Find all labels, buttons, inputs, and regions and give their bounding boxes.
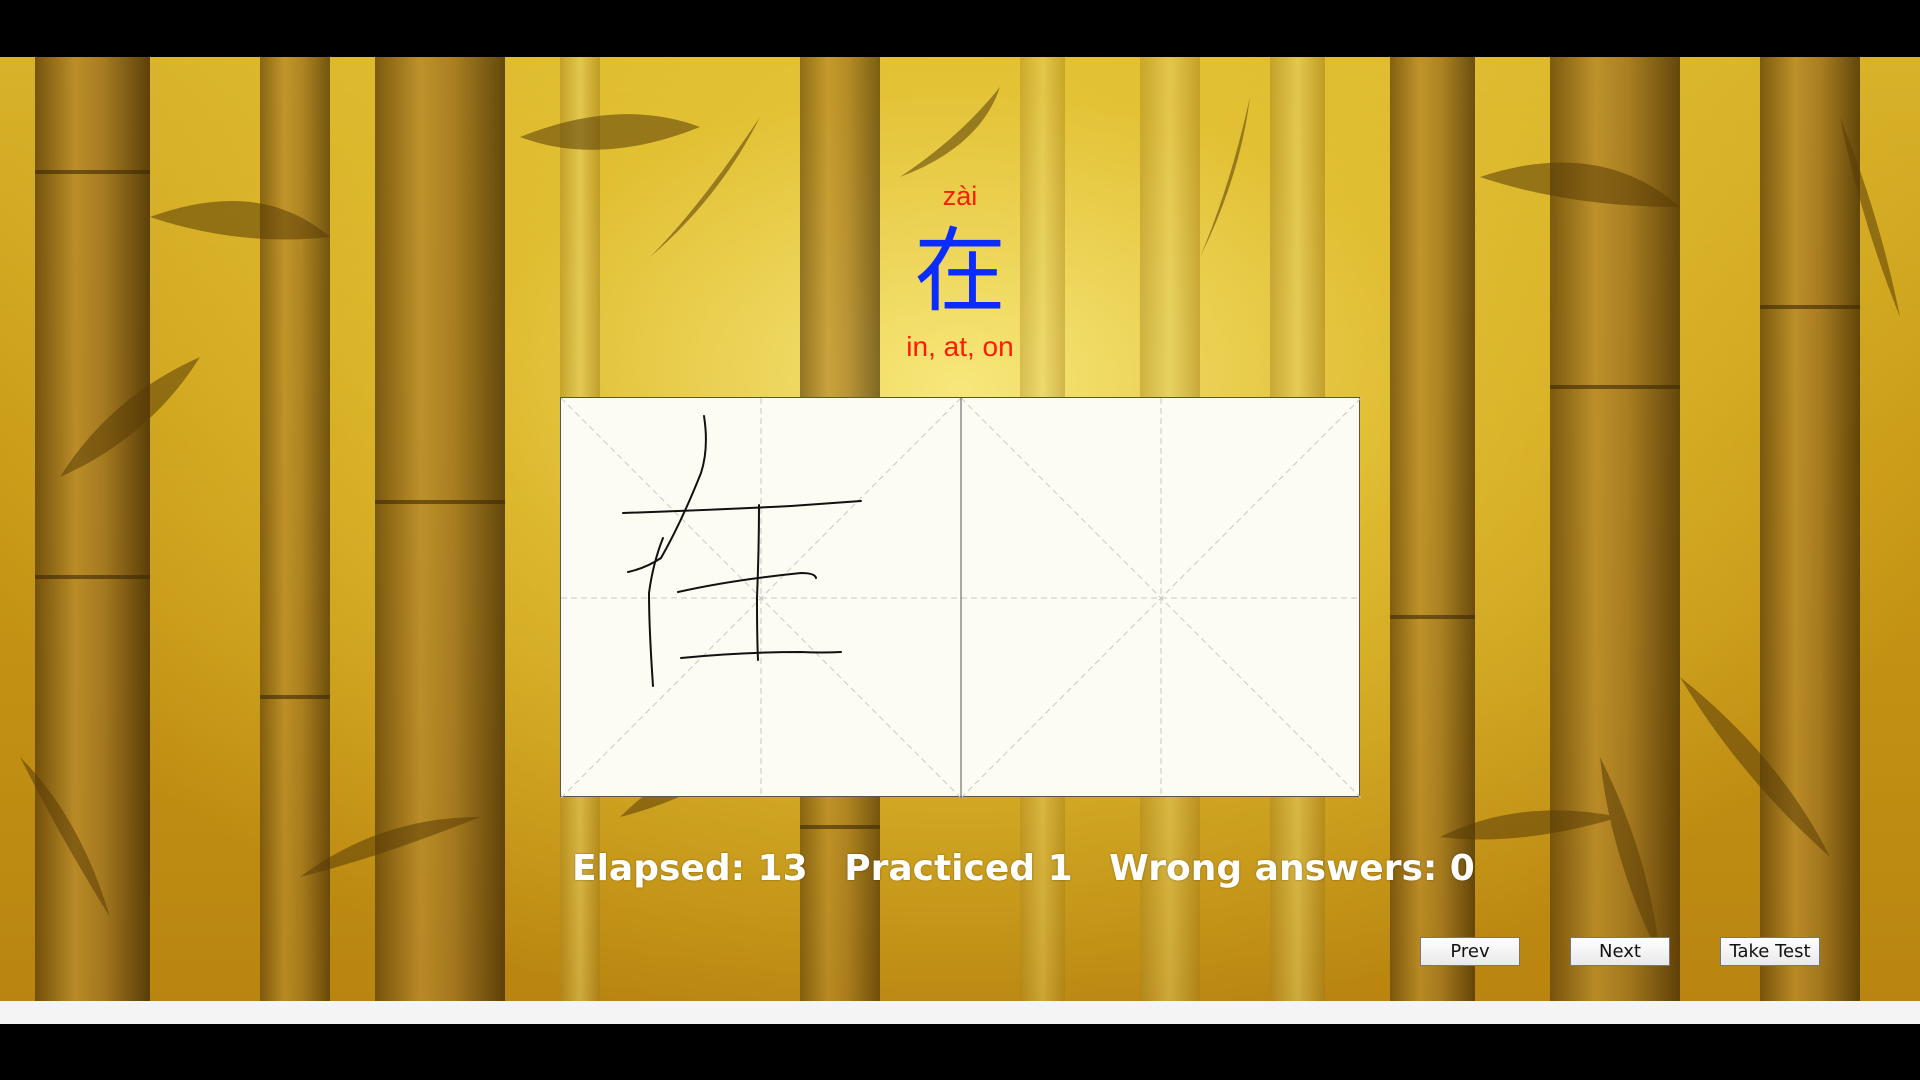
- prev-button[interactable]: Prev: [1420, 937, 1520, 966]
- meaning-label: in, at, on: [906, 331, 1014, 362]
- practiced-counter: Practiced 1: [844, 848, 1073, 889]
- handwritten-strokes: [622, 415, 862, 687]
- writing-practice-area[interactable]: [560, 397, 1361, 798]
- practice-grid: [561, 398, 1361, 798]
- pinyin-label: zài: [942, 181, 978, 211]
- next-button[interactable]: Next: [1570, 937, 1670, 966]
- bottom-white-strip: [0, 1001, 1920, 1024]
- chinese-character: 在: [913, 218, 1006, 325]
- elapsed-counter: Elapsed: 13: [572, 848, 808, 889]
- bottom-black-bar: [0, 1024, 1920, 1080]
- take-test-button[interactable]: Take Test: [1720, 937, 1820, 966]
- top-black-bar: [0, 0, 1920, 57]
- wrong-answers-counter: Wrong answers: 0: [1109, 848, 1475, 889]
- stats-bar: Elapsed: 13 Practiced 1 Wrong answers: 0: [560, 848, 1475, 889]
